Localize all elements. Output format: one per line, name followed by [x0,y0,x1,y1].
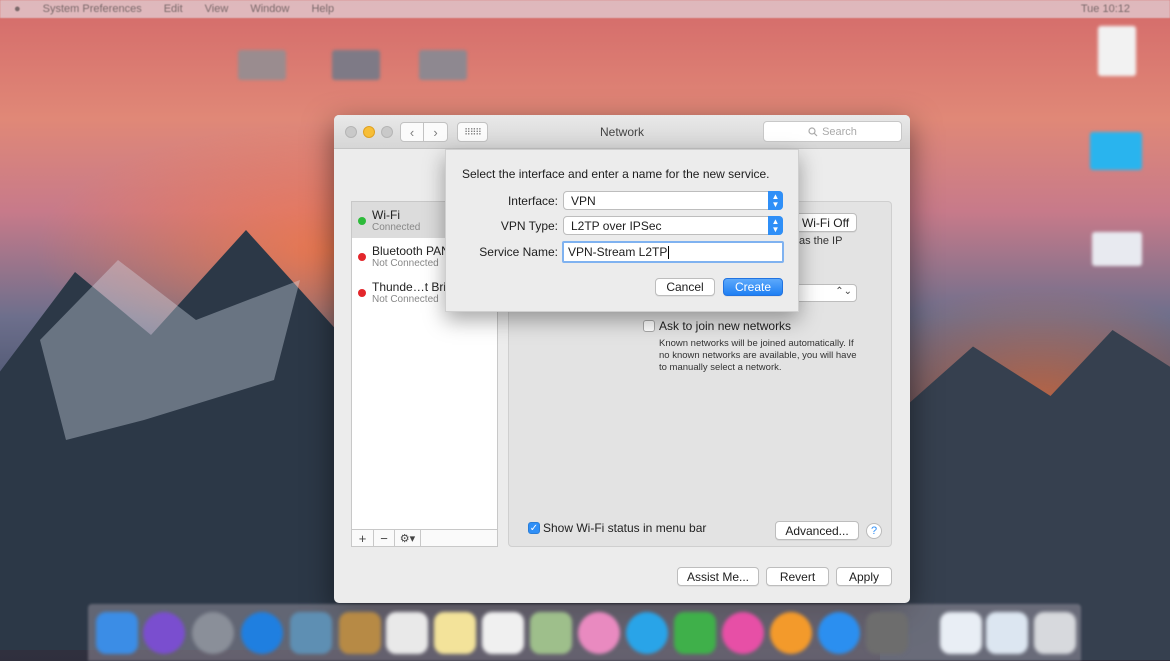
photos-icon[interactable] [578,612,620,654]
documents-stack-icon[interactable] [986,612,1028,654]
service-list-toolbar: + − ⚙▾ [351,529,498,547]
help-button[interactable]: ? [866,523,882,539]
create-button[interactable]: Create [723,278,783,296]
menu-view[interactable]: View [205,3,229,15]
facetime-icon[interactable] [674,612,716,654]
apple-icon[interactable]: ● [14,3,21,15]
network-name-popup[interactable]: ⌃⌄ [791,284,857,302]
advanced-button[interactable]: Advanced... [775,521,859,540]
title-bar[interactable]: ‹ › ⠿⠿⠿ Network Search [334,115,910,149]
turn-wifi-off-button[interactable]: Wi-Fi Off [794,213,857,232]
menu-window[interactable]: Window [250,3,289,15]
menu-bar: ● System Preferences Edit View Window He… [0,0,1170,18]
desktop-screenshot-thumbnail[interactable] [332,50,380,80]
maps-icon[interactable] [530,612,572,654]
assist-me-button[interactable]: Assist Me... [677,567,759,586]
status-dot-icon [358,217,366,225]
system-preferences-icon[interactable] [866,612,908,654]
gear-icon[interactable]: ⚙▾ [395,530,421,546]
itunes-icon[interactable] [722,612,764,654]
remove-service-button[interactable]: − [374,530,395,546]
app-store-icon[interactable] [818,612,860,654]
checkmark-icon: ✓ [529,522,539,534]
desktop-folder-icon[interactable] [1090,132,1142,170]
ibooks-icon[interactable] [770,612,812,654]
downloads-stack-icon[interactable] [940,612,982,654]
calendar-icon[interactable] [386,612,428,654]
search-placeholder: Search [822,125,857,138]
cancel-button[interactable]: Cancel [655,278,715,296]
show-wifi-status-checkbox[interactable]: ✓ [528,522,540,534]
interface-value: VPN [571,193,596,208]
menu-edit[interactable]: Edit [164,3,183,15]
desktop-screenshot-thumbnail[interactable] [419,50,467,80]
desktop-document-icon[interactable] [1098,26,1136,76]
interface-label: Interface: [507,194,558,208]
search-field[interactable]: Search [763,121,902,142]
show-wifi-status-label: Show Wi-Fi status in menu bar [543,521,707,535]
status-dot-icon [358,253,366,261]
chevron-updown-icon: ▲ ▼ [768,216,783,235]
finder-icon[interactable] [96,612,138,654]
safari-icon[interactable] [241,612,283,654]
revert-button[interactable]: Revert [766,567,829,586]
status-dot-icon [358,289,366,297]
menu-app-name[interactable]: System Preferences [43,3,142,15]
menu-clock[interactable]: Tue 10:12 [1081,3,1130,15]
vpn-type-label: VPN Type: [500,219,558,233]
status-description: as the IP [799,235,843,247]
new-service-sheet: Select the interface and enter a name fo… [445,149,799,312]
trash-icon[interactable] [1034,612,1076,654]
interface-select[interactable]: VPN ▲ ▼ [563,191,783,210]
text-cursor [668,245,670,259]
notes-icon[interactable] [434,612,476,654]
desktop-screenshot-thumbnail[interactable] [1092,232,1142,266]
desktop-screenshot-thumbnail[interactable] [238,50,286,80]
sheet-prompt: Select the interface and enter a name fo… [462,167,770,181]
ask-to-join-checkbox[interactable] [643,320,655,332]
ask-to-join-note: Known networks will be joined automatica… [659,338,857,373]
vpn-type-select[interactable]: L2TP over IPSec ▲ ▼ [563,216,783,235]
wallpaper-mountain-left [0,230,360,650]
chevron-updown-icon: ⌃⌄ [835,286,852,297]
service-name-value: VPN-Stream L2TP [568,245,668,259]
chevron-updown-icon: ▲ ▼ [768,191,783,210]
siri-icon[interactable] [143,612,185,654]
mail-icon[interactable] [290,612,332,654]
reminders-icon[interactable] [482,612,524,654]
launchpad-icon[interactable] [192,612,234,654]
service-name-input[interactable]: VPN-Stream L2TP [562,241,784,263]
contacts-icon[interactable] [339,612,381,654]
search-icon [808,126,818,136]
messages-icon[interactable] [626,612,668,654]
apply-button[interactable]: Apply [836,567,892,586]
service-name-label: Service Name: [479,245,558,259]
menu-help[interactable]: Help [311,3,334,15]
vpn-type-value: L2TP over IPSec [571,218,662,233]
ask-to-join-label: Ask to join new networks [659,319,792,333]
add-service-button[interactable]: + [352,530,374,546]
